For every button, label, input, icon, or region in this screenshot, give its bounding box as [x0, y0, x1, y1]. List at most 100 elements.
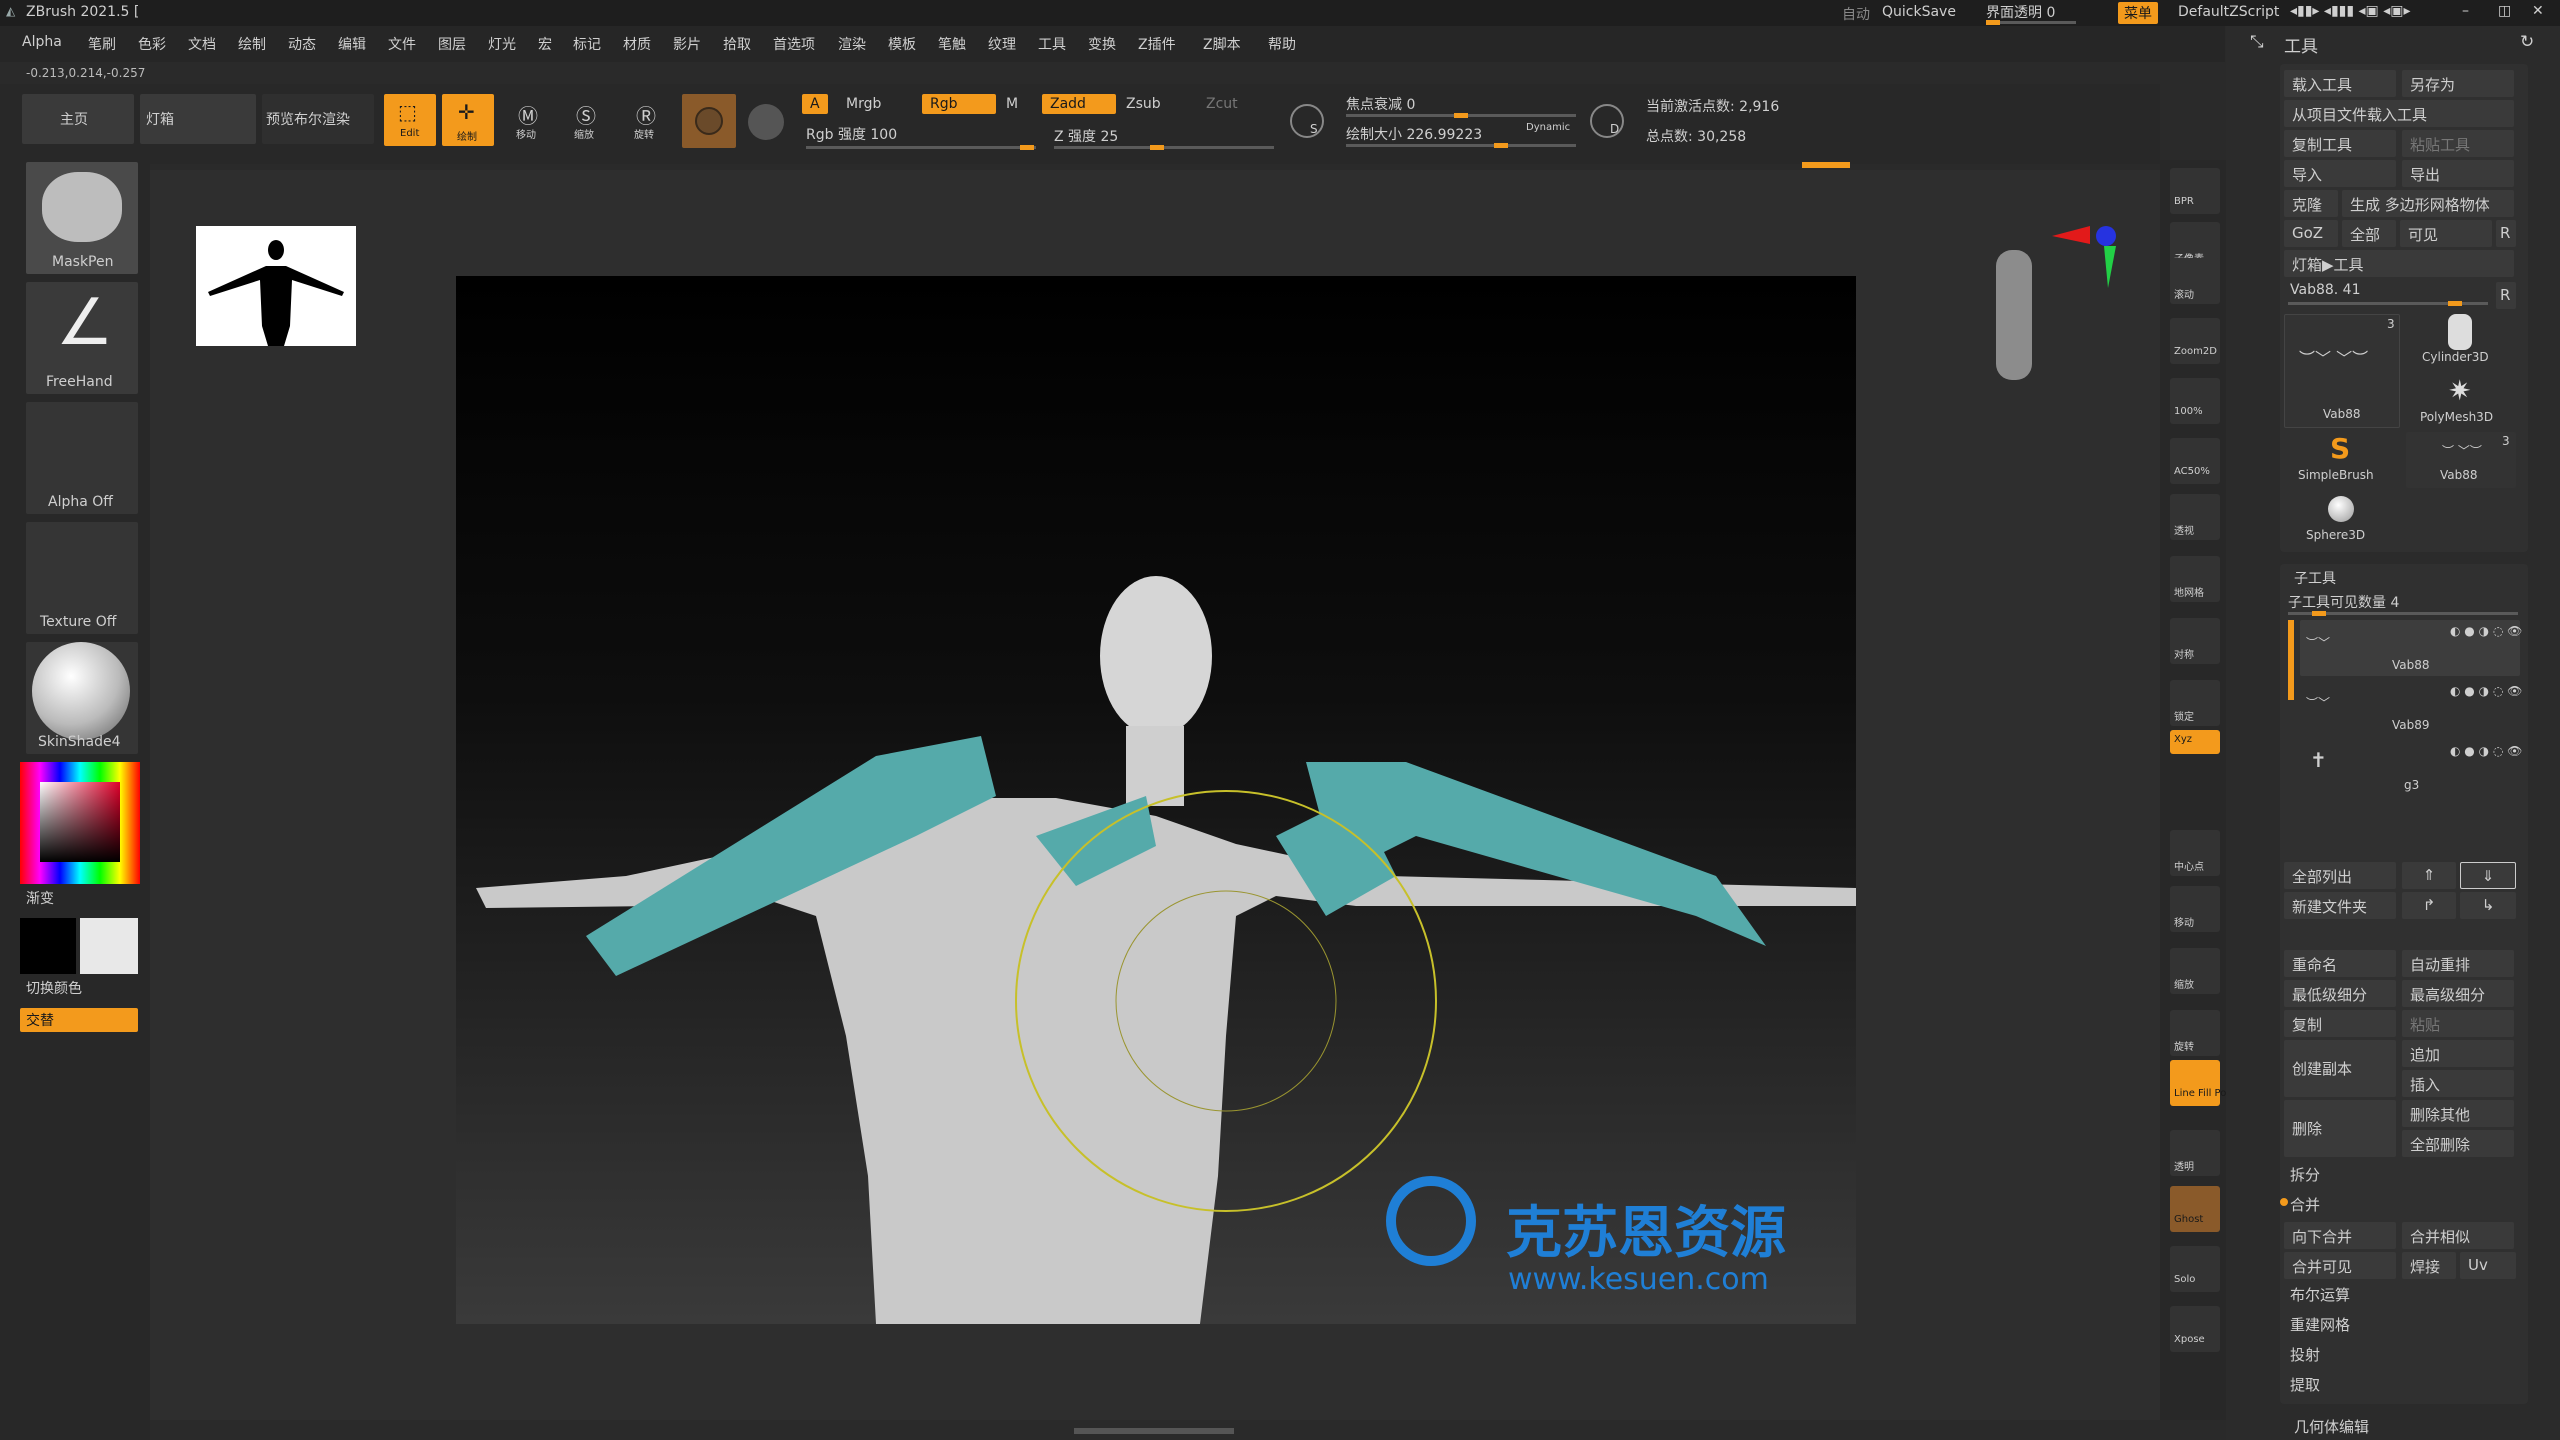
menu-item[interactable]: 灯光: [488, 34, 516, 54]
menu-item[interactable]: 模板: [888, 34, 916, 54]
secondary-color-swatch[interactable]: [80, 918, 138, 974]
list-all-button[interactable]: 全部列出: [2284, 862, 2396, 889]
menu-item[interactable]: Z脚本: [1203, 34, 1241, 54]
viewport-tool-17-icon[interactable]: Ghost: [2170, 1186, 2220, 1232]
subtool-item-vab88[interactable]: ︶﹀ ◐ ● ◑ ◌ 👁 Vab88: [2300, 620, 2522, 676]
lightbox-tool-button[interactable]: 灯箱▶工具: [2284, 250, 2514, 277]
refresh-icon[interactable]: ↻: [2520, 32, 2534, 52]
uv-toggle[interactable]: Uv: [2460, 1252, 2516, 1279]
duplicate-button[interactable]: 复制: [2284, 1010, 2396, 1037]
viewport-tool-5-icon[interactable]: AC50%: [2170, 438, 2220, 484]
subtool-toggles-icon-2[interactable]: ◐ ● ◑ ◌ 👁: [2450, 684, 2522, 698]
home-tab[interactable]: 主页: [22, 94, 134, 144]
subtool-item-vab89[interactable]: ︶﹀ ◐ ● ◑ ◌ 👁 Vab89: [2300, 680, 2522, 736]
menu-item[interactable]: 文档: [188, 34, 216, 54]
dynamic-toggle[interactable]: Dynamic: [1526, 122, 1570, 133]
viewport-tool-4-icon[interactable]: 100%: [2170, 378, 2220, 424]
paste-button[interactable]: 粘贴: [2402, 1010, 2514, 1037]
menu-item[interactable]: 动态: [288, 34, 316, 54]
viewport-tool-3-icon[interactable]: Zoom2D: [2170, 318, 2220, 364]
draw-size-label[interactable]: 绘制大小 226.99223: [1346, 124, 1482, 144]
menu-item[interactable]: 笔刷: [88, 34, 116, 54]
viewport-tool-8-icon[interactable]: 对称: [2170, 618, 2220, 664]
merge-visible-button[interactable]: 合并可见: [2284, 1252, 2396, 1279]
reference-thumbnail[interactable]: [196, 226, 356, 346]
material-skinshade4[interactable]: SkinShade4: [26, 642, 138, 754]
transparency-slider[interactable]: 界面透明 0: [1986, 2, 2055, 22]
subtool-scroll-indicator[interactable]: [2288, 620, 2294, 700]
arrow-down-icon[interactable]: ↳: [2460, 892, 2516, 919]
menu-item[interactable]: 图层: [438, 34, 466, 54]
rotate-button[interactable]: Ⓡ 旋转: [622, 98, 674, 144]
delete-all-button[interactable]: 全部删除: [2402, 1130, 2514, 1157]
load-from-project-button[interactable]: 从项目文件载入工具: [2284, 100, 2514, 127]
tool-thumb-sphere3d[interactable]: Sphere3D: [2284, 492, 2400, 548]
viewport-tool-9-icon[interactable]: 锁定: [2170, 680, 2220, 726]
window-icons[interactable]: ◂▮▮▸ ◂▮▮▮ ◂▣ ◂▣▸: [2290, 3, 2411, 19]
viewport-tool-6-icon[interactable]: 透视: [2170, 494, 2220, 540]
menu-item[interactable]: 帮助: [1268, 34, 1296, 54]
copy-tool-button[interactable]: 复制工具: [2284, 130, 2396, 157]
alpha-off[interactable]: Alpha Off: [26, 402, 138, 514]
viewport-tool-12-icon[interactable]: 移动: [2170, 886, 2220, 932]
merge-similar-button[interactable]: 合并相似: [2402, 1222, 2514, 1249]
switch-color-button[interactable]: 切换颜色: [26, 978, 82, 998]
color-saturation-square[interactable]: [40, 782, 120, 862]
visible-button[interactable]: 可见: [2400, 220, 2492, 247]
viewport-tool-14-icon[interactable]: 旋转: [2170, 1010, 2220, 1056]
bpr-preview-tab[interactable]: 预览布尔渲染: [262, 94, 374, 144]
menu-item[interactable]: 文件: [388, 34, 416, 54]
restore-icon[interactable]: ◫: [2498, 3, 2511, 19]
menu-item[interactable]: 宏: [538, 34, 552, 54]
delete-other-button[interactable]: 删除其他: [2402, 1100, 2514, 1127]
menu-item[interactable]: 材质: [623, 34, 651, 54]
scale-button[interactable]: Ⓢ 缩放: [562, 98, 614, 144]
main-color-swatch[interactable]: [20, 918, 76, 974]
new-folder-button[interactable]: 新建文件夹: [2284, 892, 2396, 919]
edit-button[interactable]: ⬚ Edit: [384, 94, 436, 146]
weld-toggle[interactable]: 焊接: [2402, 1252, 2456, 1279]
m-toggle[interactable]: M: [1006, 96, 1018, 112]
extract-menu[interactable]: 提取: [2290, 1374, 2320, 1395]
focal-shift-label[interactable]: 焦点衰减 0: [1346, 94, 1415, 114]
tool-thumb-vab88-2[interactable]: 3 ︶ ﹀︶ Vab88: [2406, 432, 2516, 488]
menu-item[interactable]: 工具: [1038, 34, 1066, 54]
move-button[interactable]: Ⓜ 移动: [504, 98, 556, 144]
clone-button[interactable]: 克隆: [2284, 190, 2338, 217]
material-sphere-button[interactable]: [682, 94, 736, 148]
r-button-2[interactable]: R: [2496, 282, 2516, 309]
menu-item[interactable]: 标记: [573, 34, 601, 54]
boolean-menu[interactable]: 布尔运算: [2290, 1284, 2350, 1305]
arrow-up-icon[interactable]: ↱: [2402, 892, 2456, 919]
r-button[interactable]: R: [2496, 220, 2516, 247]
viewport-tool-16-icon[interactable]: 透明: [2170, 1130, 2220, 1176]
z-intensity-label[interactable]: Z 强度 25: [1054, 126, 1118, 146]
menu-item[interactable]: 编辑: [338, 34, 366, 54]
draw-button[interactable]: ✛ 绘制: [442, 94, 494, 146]
menu-item[interactable]: 首选项: [773, 34, 815, 54]
viewport-tool-11-icon[interactable]: 中心点: [2170, 830, 2220, 876]
tool-thumb-polymesh3d[interactable]: ✷ PolyMesh3D: [2406, 374, 2516, 430]
rename-button[interactable]: 重命名: [2284, 950, 2396, 977]
auto-reorder-button[interactable]: 自动重排: [2402, 950, 2514, 977]
goz-button[interactable]: GoZ: [2284, 220, 2338, 247]
close-icon[interactable]: ✕: [2532, 3, 2544, 19]
minimize-icon[interactable]: –: [2462, 3, 2469, 19]
bottom-tray-handle[interactable]: [1074, 1428, 1234, 1434]
tool-thumb-vab88[interactable]: 3 ︶﹀ ﹀︶ Vab88: [2284, 314, 2400, 428]
lightbox-tab[interactable]: 灯箱: [140, 94, 256, 144]
viewport-tool-2-icon[interactable]: 滚动: [2170, 258, 2220, 304]
paste-tool-button[interactable]: 粘贴工具: [2402, 130, 2514, 157]
project-menu[interactable]: 投射: [2290, 1344, 2320, 1365]
axis-gizmo-icon[interactable]: [2050, 224, 2120, 294]
rgb-toggle[interactable]: Rgb: [922, 94, 996, 114]
s-brush-icon[interactable]: S: [1290, 104, 1324, 138]
subtool-item-g3[interactable]: ✝ ◐ ● ◑ ◌ 👁 g3: [2300, 740, 2522, 796]
subtool-toggles-icon[interactable]: ◐ ● ◑ ◌ 👁: [2450, 624, 2522, 638]
delete-button[interactable]: 删除: [2284, 1100, 2396, 1157]
color-sphere-icon[interactable]: [748, 104, 784, 140]
viewport-tool-15-icon[interactable]: Line Fill PolyF: [2170, 1060, 2241, 1106]
export-button[interactable]: 导出: [2402, 160, 2514, 187]
focal-shift-slider[interactable]: [1346, 113, 1576, 118]
geometry-edit-menu[interactable]: 几何体编辑: [2294, 1416, 2369, 1437]
